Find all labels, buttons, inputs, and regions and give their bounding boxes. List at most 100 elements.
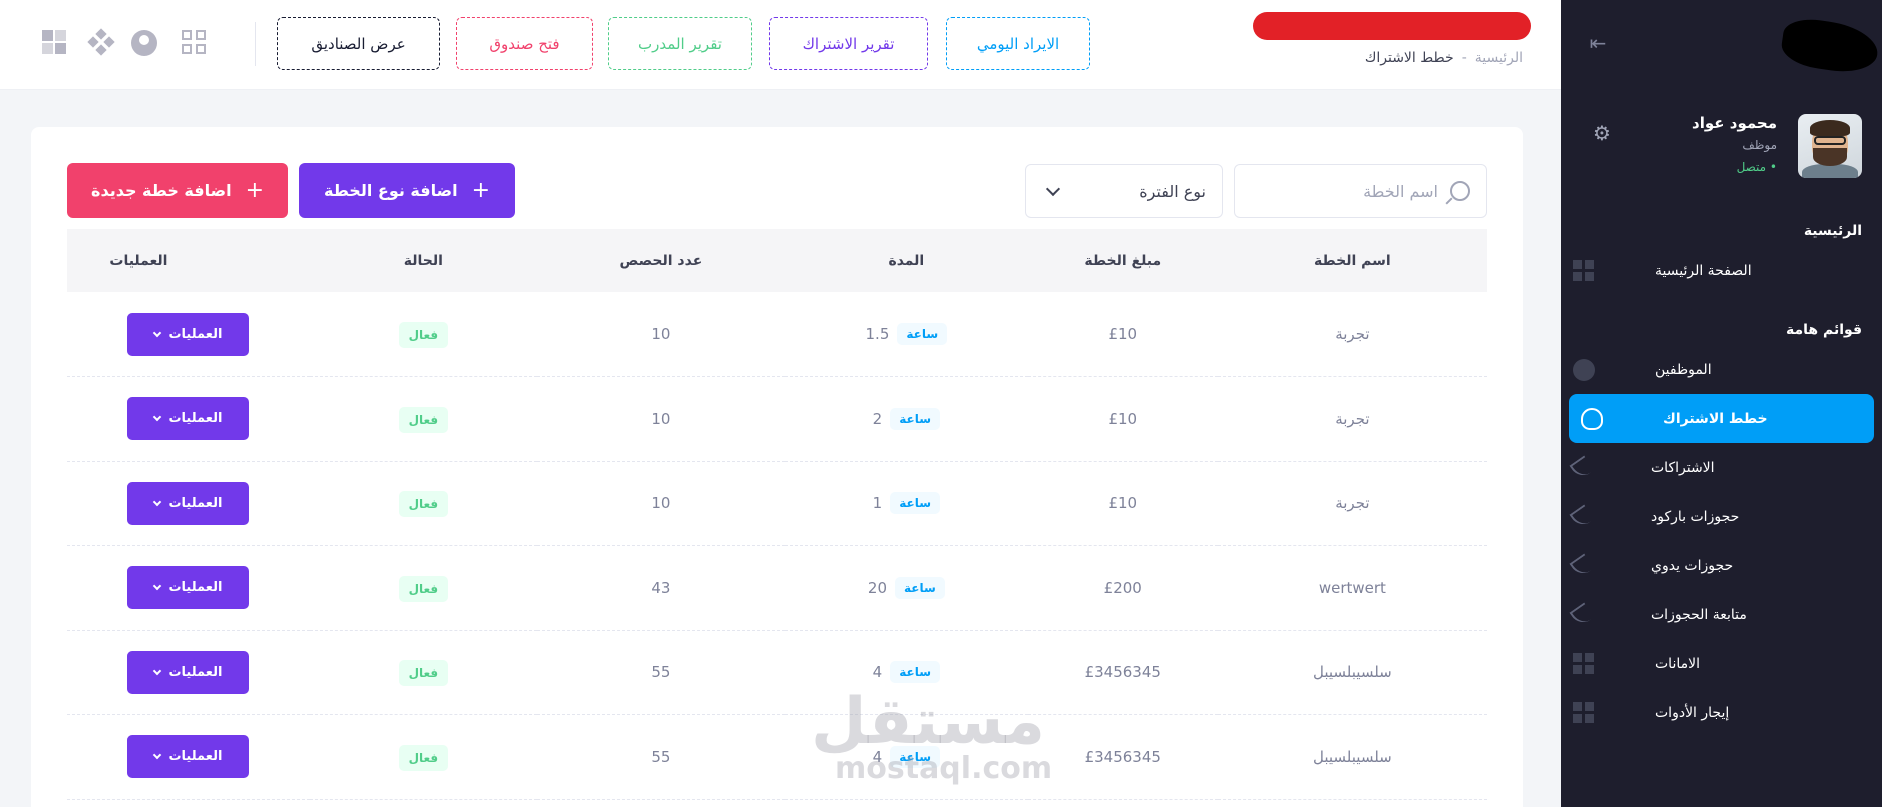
column-header-amount[interactable]: مبلغ الخطة	[1027, 229, 1218, 292]
sidebar-item-tool-rental[interactable]: إيجار الأدوات	[1561, 688, 1882, 737]
sidebar-item-label: الموظفين	[1655, 361, 1712, 378]
sidebar-section-lists: قوائم هامة	[1786, 322, 1862, 338]
cell-status: فعال	[309, 461, 537, 546]
page-title-redacted	[1253, 12, 1531, 40]
cell-status: فعال	[309, 630, 537, 715]
sidebar-item-subscriptions[interactable]: الاشتراكات	[1561, 443, 1882, 492]
add-new-plan-label: اضافة خطة جديدة	[91, 181, 232, 200]
cell-plan-amount: £3456345	[1027, 630, 1218, 715]
cell-duration: ساعة 20	[784, 545, 1028, 631]
mostaql-watermark: مستقل mostaql.com	[810, 685, 1052, 784]
cell-duration: ساعة 1	[784, 461, 1028, 546]
cell-operations: العمليات	[67, 545, 310, 631]
add-new-plan-button[interactable]: + اضافة خطة جديدة	[67, 163, 288, 218]
sidebar-item-home[interactable]: الصفحة الرئيسية	[1561, 246, 1882, 295]
cell-plan-name: تجربة	[1217, 376, 1487, 462]
plus-icon: +	[245, 178, 264, 203]
operations-dropdown-button[interactable]: العمليات	[127, 566, 250, 610]
cell-sessions: 10	[536, 292, 785, 377]
breadcrumb-current: خطط الاشتراك	[1364, 50, 1454, 66]
table-row: سلسيبلسيبل £3456345 ساعة 4 55 فعال العمل…	[67, 714, 1487, 800]
sidebar-item-deposits[interactable]: الامانات	[1561, 639, 1882, 688]
cell-sessions: 55	[536, 714, 785, 800]
subscription-report-button[interactable]: تقرير الاشتراك	[769, 17, 928, 70]
cell-operations: العمليات	[67, 292, 310, 377]
status-badge: فعال	[398, 322, 449, 348]
column-header-duration[interactable]: المدة	[784, 229, 1028, 292]
cell-duration: ساعة 2	[784, 376, 1028, 462]
diamond-dots-icon[interactable]	[87, 28, 115, 56]
tiles-icon[interactable]	[42, 30, 68, 56]
status-badge: فعال	[398, 660, 449, 687]
sidebar-item-label: خطط الاشتراك	[1663, 410, 1768, 427]
fingerprint-icon	[1581, 407, 1603, 430]
sidebar-item-booking-followup[interactable]: متابعة الحجوزات	[1561, 590, 1882, 639]
cell-operations: العمليات	[67, 461, 310, 546]
operations-label: العمليات	[168, 411, 223, 427]
search-input[interactable]: اسم الخطة	[1234, 164, 1487, 218]
breadcrumb: الرئيسية - خطط الاشتراك	[1365, 50, 1523, 66]
operations-dropdown-button[interactable]: العمليات	[127, 735, 250, 779]
breadcrumb-home[interactable]: الرئيسية	[1475, 50, 1523, 66]
sidebar-item-manual-bookings[interactable]: حجوزات يدوي	[1561, 541, 1882, 590]
sidebar-item-label: حجوزات يدوي	[1651, 557, 1734, 574]
collapse-sidebar-icon[interactable]: ⇤	[1585, 30, 1611, 56]
table-row: تجربة £10 ساعة 2 10 فعال العمليات	[67, 376, 1487, 462]
sidebar-item-label: حجوزات باركود	[1651, 508, 1740, 525]
operations-dropdown-button[interactable]: العمليات	[127, 481, 250, 525]
operations-dropdown-button[interactable]: العمليات	[127, 312, 250, 356]
cell-sessions: 10	[536, 376, 785, 462]
cell-plan-amount: £3456345	[1027, 714, 1218, 800]
operations-dropdown-button[interactable]: العمليات	[127, 397, 250, 441]
sidebar-item-barcode-bookings[interactable]: حجوزات باركود	[1561, 492, 1882, 541]
table-header-row: اسم الخطة مبلغ الخطة المدة عدد الحصص الح…	[67, 229, 1487, 292]
operations-label: العمليات	[168, 664, 223, 680]
sidebar-item-label: متابعة الحجوزات	[1651, 606, 1747, 623]
search-placeholder: اسم الخطة	[1363, 181, 1438, 201]
cell-plan-name: سلسيبلسيبل	[1217, 714, 1487, 800]
plans-card: اسم الخطة نوع الفترة + اضافة نوع الخطة +…	[31, 127, 1523, 807]
search-icon	[1450, 181, 1470, 201]
column-header-operations: العمليات	[67, 229, 310, 292]
status-badge: فعال	[398, 406, 449, 433]
topbar: الرئيسية - خطط الاشتراك الايراد اليومي ت…	[0, 0, 1561, 90]
cell-plan-amount: £10	[1027, 292, 1218, 377]
operations-label: العمليات	[168, 326, 223, 342]
column-header-name[interactable]: اسم الخطة	[1217, 229, 1487, 292]
cell-status: فعال	[309, 376, 537, 462]
show-boxes-button[interactable]: عرض الصناديق	[277, 17, 440, 70]
cell-operations: العمليات	[67, 630, 310, 715]
cell-plan-name: wertwert	[1217, 545, 1487, 631]
duration-value: 20	[867, 578, 887, 597]
cell-status: فعال	[309, 545, 537, 631]
operations-label: العمليات	[168, 749, 223, 765]
period-type-select[interactable]: نوع الفترة	[1025, 164, 1223, 218]
watermark-arabic: مستقل	[810, 685, 1045, 759]
table-row: تجربة £10 ساعة 1.5 10 فعال العمليات	[67, 292, 1487, 377]
toolbar-divider	[255, 22, 256, 66]
chevron-down-icon	[153, 413, 162, 422]
open-box-button[interactable]: فتح صندوق	[456, 17, 593, 70]
add-plan-type-button[interactable]: + اضافة نوع الخطة	[299, 163, 515, 218]
plus-icon: +	[471, 178, 490, 203]
daily-income-button[interactable]: الايراد اليومي	[946, 17, 1090, 70]
duration-value: 1	[872, 494, 883, 513]
coach-report-button[interactable]: تقرير المدرب	[608, 17, 752, 70]
settings-gear-icon[interactable]: ⚙	[1589, 120, 1615, 146]
cell-plan-name: سلسيبلسيبل	[1217, 630, 1487, 715]
apps-grid-icon[interactable]	[182, 30, 208, 56]
user-name: محمود عواد	[1692, 114, 1777, 132]
column-header-status[interactable]: الحالة	[309, 229, 537, 292]
sidebar-item-employees[interactable]: الموظفين	[1561, 345, 1882, 394]
sidebar-header: ⇤	[1561, 0, 1882, 90]
operations-dropdown-button[interactable]: العمليات	[127, 650, 250, 694]
squares-icon	[1573, 259, 1595, 282]
column-header-sessions[interactable]: عدد الحصص	[536, 229, 785, 292]
operations-label: العمليات	[168, 495, 223, 511]
user-circle-icon[interactable]	[131, 30, 157, 56]
status-badge: فعال	[398, 575, 449, 602]
avatar[interactable]	[1798, 114, 1862, 178]
cell-status: فعال	[309, 714, 537, 800]
table-row: wertwert £200 ساعة 20 43 فعال العمليات	[67, 545, 1487, 631]
sidebar-item-subscription-plans[interactable]: خطط الاشتراك	[1569, 394, 1874, 443]
